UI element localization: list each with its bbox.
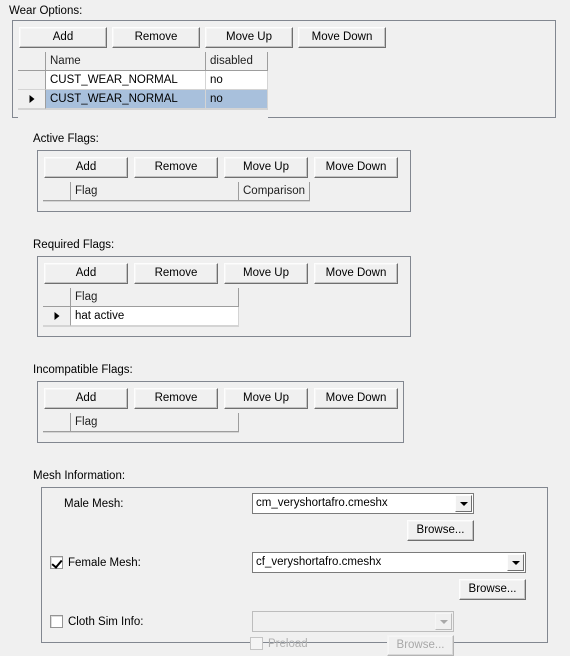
row-marker-cell[interactable] bbox=[18, 71, 46, 90]
cell-name[interactable]: CUST_WEAR_NORMAL bbox=[46, 71, 206, 90]
current-row-arrow-icon bbox=[54, 312, 59, 320]
chevron-down-icon[interactable] bbox=[455, 495, 472, 512]
column-header-comparison[interactable]: Comparison bbox=[239, 182, 310, 201]
row-selector-header bbox=[18, 52, 46, 71]
incompatible-flags-move-up-button[interactable]: Move Up bbox=[224, 388, 308, 409]
female-mesh-value: cf_veryshortafro.cmeshx bbox=[256, 556, 382, 568]
row-marker-cell[interactable] bbox=[43, 307, 71, 326]
wear-options-label: Wear Options: bbox=[9, 5, 83, 17]
column-header-flag[interactable]: Flag bbox=[71, 288, 239, 307]
cloth-sim-info-browse-button: Browse... bbox=[387, 635, 454, 656]
row-marker-cell[interactable] bbox=[18, 90, 46, 109]
incompatible-flags-label: Incompatible Flags: bbox=[33, 364, 133, 376]
cloth-sim-info-label: Cloth Sim Info: bbox=[68, 615, 144, 628]
active-flags-label: Active Flags: bbox=[33, 133, 99, 145]
cell-name[interactable]: CUST_WEAR_NORMAL bbox=[46, 90, 206, 109]
required-flags-panel: Add Remove Move Up Move Down Flag hat ac… bbox=[37, 256, 411, 337]
active-flags-move-up-button[interactable]: Move Up bbox=[224, 157, 308, 178]
required-flags-label: Required Flags: bbox=[33, 239, 115, 251]
table-row[interactable]: hat active bbox=[43, 307, 239, 326]
active-flags-move-down-button[interactable]: Move Down bbox=[314, 157, 398, 178]
male-mesh-label: Male Mesh: bbox=[64, 498, 124, 510]
current-row-arrow-icon bbox=[29, 95, 34, 103]
female-mesh-combobox[interactable]: cf_veryshortafro.cmeshx bbox=[252, 552, 526, 573]
required-flags-grid[interactable]: Flag hat active bbox=[43, 288, 239, 335]
grid-empty-area bbox=[18, 109, 268, 118]
preload-checkbox bbox=[250, 637, 263, 650]
row-selector-header bbox=[43, 182, 71, 201]
wear-options-move-down-button[interactable]: Move Down bbox=[298, 27, 386, 48]
required-flags-remove-button[interactable]: Remove bbox=[134, 263, 218, 284]
row-selector-header bbox=[43, 413, 71, 432]
female-mesh-label: Female Mesh: bbox=[68, 556, 141, 569]
active-flags-add-button[interactable]: Add bbox=[44, 157, 128, 178]
wear-options-remove-button[interactable]: Remove bbox=[112, 27, 200, 48]
cloth-sim-info-checkbox-row[interactable]: Cloth Sim Info: bbox=[50, 615, 143, 628]
wear-options-move-up-button[interactable]: Move Up bbox=[205, 27, 293, 48]
incompatible-flags-panel: Add Remove Move Up Move Down Flag bbox=[37, 381, 404, 443]
required-flags-move-up-button[interactable]: Move Up bbox=[224, 263, 308, 284]
active-flags-remove-button[interactable]: Remove bbox=[134, 157, 218, 178]
female-mesh-browse-button[interactable]: Browse... bbox=[459, 579, 526, 600]
preload-label: Preload bbox=[268, 637, 308, 650]
active-flags-grid[interactable]: Flag Comparison bbox=[43, 182, 310, 210]
wear-options-grid[interactable]: Name disabled CUST_WEAR_NORMAL no CUST_W… bbox=[18, 52, 268, 118]
required-flags-header-row: Flag bbox=[43, 288, 239, 307]
male-mesh-combobox[interactable]: cm_veryshortafro.cmeshx bbox=[252, 493, 474, 514]
mesh-information-label: Mesh Information: bbox=[33, 470, 126, 482]
incompatible-flags-add-button[interactable]: Add bbox=[44, 388, 128, 409]
male-mesh-browse-button[interactable]: Browse... bbox=[407, 520, 474, 541]
incompatible-flags-move-down-button[interactable]: Move Down bbox=[314, 388, 398, 409]
table-row[interactable]: CUST_WEAR_NORMAL no bbox=[18, 71, 268, 90]
cell-flag[interactable]: hat active bbox=[71, 307, 239, 326]
wear-options-panel: Add Remove Move Up Move Down Name disabl… bbox=[12, 20, 556, 118]
preload-checkbox-row: Preload bbox=[250, 637, 308, 650]
column-header-disabled[interactable]: disabled bbox=[206, 52, 268, 71]
chevron-down-icon bbox=[435, 613, 452, 630]
cloth-sim-info-combobox bbox=[252, 611, 454, 632]
wear-options-header-row: Name disabled bbox=[18, 52, 268, 71]
grid-empty-area bbox=[43, 201, 310, 210]
cell-disabled[interactable]: no bbox=[206, 71, 268, 90]
incompatible-flags-grid[interactable]: Flag bbox=[43, 413, 239, 441]
incompatible-flags-remove-button[interactable]: Remove bbox=[134, 388, 218, 409]
male-mesh-value: cm_veryshortafro.cmeshx bbox=[256, 497, 388, 509]
cell-disabled[interactable]: no bbox=[206, 90, 268, 109]
female-mesh-checkbox[interactable] bbox=[50, 556, 63, 569]
chevron-down-icon[interactable] bbox=[507, 554, 524, 571]
table-row[interactable]: CUST_WEAR_NORMAL no bbox=[18, 90, 268, 109]
column-header-flag[interactable]: Flag bbox=[71, 182, 239, 201]
grid-empty-area bbox=[43, 326, 239, 335]
incompatible-flags-header-row: Flag bbox=[43, 413, 239, 432]
grid-empty-area bbox=[43, 432, 239, 441]
female-mesh-checkbox-row[interactable]: Female Mesh: bbox=[50, 556, 141, 569]
column-header-name[interactable]: Name bbox=[46, 52, 206, 71]
cloth-sim-info-checkbox[interactable] bbox=[50, 615, 63, 628]
row-selector-header bbox=[43, 288, 71, 307]
required-flags-add-button[interactable]: Add bbox=[44, 263, 128, 284]
active-flags-header-row: Flag Comparison bbox=[43, 182, 310, 201]
required-flags-move-down-button[interactable]: Move Down bbox=[314, 263, 398, 284]
active-flags-panel: Add Remove Move Up Move Down Flag Compar… bbox=[37, 150, 411, 212]
column-header-flag[interactable]: Flag bbox=[71, 413, 239, 432]
wear-options-add-button[interactable]: Add bbox=[19, 27, 107, 48]
mesh-information-panel: Male Mesh: cm_veryshortafro.cmeshx Brows… bbox=[41, 487, 548, 656]
